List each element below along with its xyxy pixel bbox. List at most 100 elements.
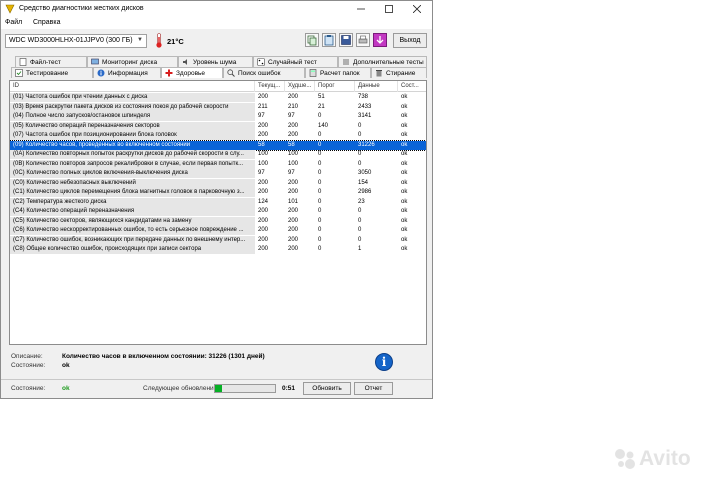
tab-file-test[interactable]: Файл-тест xyxy=(15,56,87,67)
table-cell: 200 xyxy=(288,122,299,129)
tab-label: Расчет папок xyxy=(320,69,360,77)
table-cell: 0 xyxy=(358,208,362,214)
copy-button[interactable] xyxy=(305,33,319,47)
table-row[interactable]: (0C) Количество полных циклов включения-… xyxy=(10,169,426,178)
smart-attributes-table[interactable]: ID Текущ... Худше... Порог Данные Сост... (01… xyxy=(9,80,427,345)
tab-erase[interactable]: Стирание xyxy=(371,67,427,78)
menu-bar: Файл Справка xyxy=(1,17,432,29)
download-arrow-icon xyxy=(376,36,384,44)
progress-fill xyxy=(215,385,223,392)
status-label: Состояние: xyxy=(11,385,46,392)
table-cell: 0 xyxy=(358,236,362,243)
tab-folder-calc[interactable]: Расчет папок xyxy=(305,67,371,78)
table-cell: 0 xyxy=(318,236,322,243)
window-title: Средство диагностики жестких дисков xyxy=(19,5,144,12)
table-cell: 0 xyxy=(358,217,362,224)
report-button[interactable]: Отчет xyxy=(354,382,393,395)
table-row[interactable]: (C4) Количество операций переназначения 2… xyxy=(10,207,426,216)
tab-label: Дополнительные тесты xyxy=(353,58,424,66)
table-row[interactable]: (C8) Общее количество ошибок, происходящ… xyxy=(10,245,426,254)
exit-button[interactable]: Выход xyxy=(393,33,427,48)
maximize-button[interactable] xyxy=(375,1,403,17)
table-cell: ok xyxy=(401,208,408,214)
tab-label: Информация xyxy=(108,69,148,77)
tab-health[interactable]: Здоровье xyxy=(161,67,223,78)
table-cell: (05) Количество операций переназначения … xyxy=(10,121,255,131)
table-row[interactable]: (05) Количество операций переназначения … xyxy=(10,121,426,131)
column-header[interactable]: Сост... xyxy=(398,81,426,92)
menu-help[interactable]: Справка xyxy=(33,19,60,26)
table-cell: 200 xyxy=(288,246,299,252)
tab-information[interactable]: Информация xyxy=(93,67,161,78)
table-row[interactable]: (C0) Количество небезопасных выключений 2… xyxy=(10,178,426,188)
tab-testing[interactable]: Тестирование xyxy=(11,67,93,78)
table-cell: ok xyxy=(401,198,408,205)
save-button[interactable] xyxy=(339,33,353,47)
table-row[interactable]: (04) Полное число запусков/остановок шпи… xyxy=(10,112,426,121)
table-row[interactable]: (C5) Количество секторов, являющихся кан… xyxy=(10,216,426,226)
column-header[interactable]: Порог xyxy=(315,81,355,92)
red-cross-icon xyxy=(165,69,173,77)
table-row[interactable]: (C1) Количество циклов перемещения блока… xyxy=(10,188,426,197)
magnifier-icon xyxy=(227,69,235,77)
column-header[interactable]: Текущ... xyxy=(255,81,285,92)
menu-file[interactable]: Файл xyxy=(5,19,22,26)
table-row[interactable]: (0A) Количество повторных попыток раскру… xyxy=(10,150,426,159)
tab-error-search[interactable]: Поиск ошибок xyxy=(223,67,305,78)
table-cell: 58 xyxy=(285,140,315,150)
table-cell: (C8) Общее количество ошибок, происходящ… xyxy=(10,245,255,254)
table-row[interactable]: (C6) Количество нескорректированных ошиб… xyxy=(10,226,426,235)
table-cell: 211 xyxy=(258,103,268,110)
table-row[interactable]: (09) Количество часов, проведенных во вк… xyxy=(10,139,426,151)
table-cell: 200 xyxy=(258,189,269,195)
table-cell: 97 xyxy=(288,113,295,119)
table-cell: 0 xyxy=(358,151,362,157)
table-row[interactable]: (01) Частота ошибок при чтении данных с … xyxy=(10,93,426,102)
table-row[interactable]: (0B) Количество повторов запросов рекали… xyxy=(10,159,426,169)
table-cell: 200 xyxy=(288,227,299,233)
tab-extra-tests[interactable]: Дополнительные тесты xyxy=(338,56,427,67)
tab-label: Уровень шума xyxy=(193,58,237,66)
minimize-button[interactable] xyxy=(347,1,375,17)
table-cell: (09) Количество часов, проведенных во вк… xyxy=(10,140,255,150)
download-button[interactable] xyxy=(373,33,387,47)
table-cell: ok xyxy=(401,246,408,252)
avito-logo-text: Avito xyxy=(639,447,691,470)
table-cell: 0 xyxy=(318,132,322,138)
table-cell: 738 xyxy=(358,94,369,100)
table-cell: ok xyxy=(401,217,408,224)
table-cell: 200 xyxy=(258,236,269,243)
close-button[interactable] xyxy=(403,1,431,17)
table-cell: (0C) Количество полных циклов включения-… xyxy=(10,169,255,178)
table-cell: ok xyxy=(401,227,408,233)
table-row[interactable]: (C2) Температура жесткого диска 124 101 0 23… xyxy=(10,197,426,207)
table-cell: (C2) Температура жесткого диска xyxy=(10,197,255,207)
table-cell: 2433 xyxy=(358,103,372,110)
table-cell: (C0) Количество небезопасных выключений xyxy=(10,178,255,188)
tab-random-test[interactable]: Случайный тест xyxy=(253,56,338,67)
drive-select-value: WDC WD3000HLHX-01JJPV0 (300 ГБ) xyxy=(9,37,133,44)
checklist-icon xyxy=(15,69,23,77)
table-cell: 0 xyxy=(318,217,322,224)
table-cell: 100 xyxy=(288,151,299,157)
table-row[interactable]: (C7) Количество ошибок, возникающих при … xyxy=(10,235,426,245)
tab-disk-monitoring[interactable]: Мониторинг диска xyxy=(87,56,178,67)
table-row[interactable]: (07) Частота ошибок при позиционировании… xyxy=(10,131,426,140)
table-cell: 0 xyxy=(318,179,322,186)
chevron-down-icon: ▼ xyxy=(137,37,143,43)
table-cell: ok xyxy=(401,94,408,100)
tab-noise-level[interactable]: Уровень шума xyxy=(178,56,253,67)
paste-button[interactable] xyxy=(322,33,336,47)
table-cell: 200 xyxy=(288,132,299,138)
column-header[interactable]: Данные xyxy=(355,81,398,92)
refresh-button[interactable]: Обновить xyxy=(303,382,351,395)
table-row[interactable]: (03) Время раскрутки пакета дисков из со… xyxy=(10,102,426,112)
column-header[interactable]: ID xyxy=(10,81,255,92)
table-cell: 58 xyxy=(255,140,285,150)
drive-select[interactable]: WDC WD3000HLHX-01JJPV0 (300 ГБ) ▼ xyxy=(5,34,147,48)
print-button[interactable] xyxy=(356,33,370,47)
table-cell: (C7) Количество ошибок, возникающих при … xyxy=(10,235,255,245)
table-cell: 100 xyxy=(288,160,299,167)
table-cell: 100 xyxy=(258,151,269,157)
column-header[interactable]: Худше... xyxy=(285,81,315,92)
